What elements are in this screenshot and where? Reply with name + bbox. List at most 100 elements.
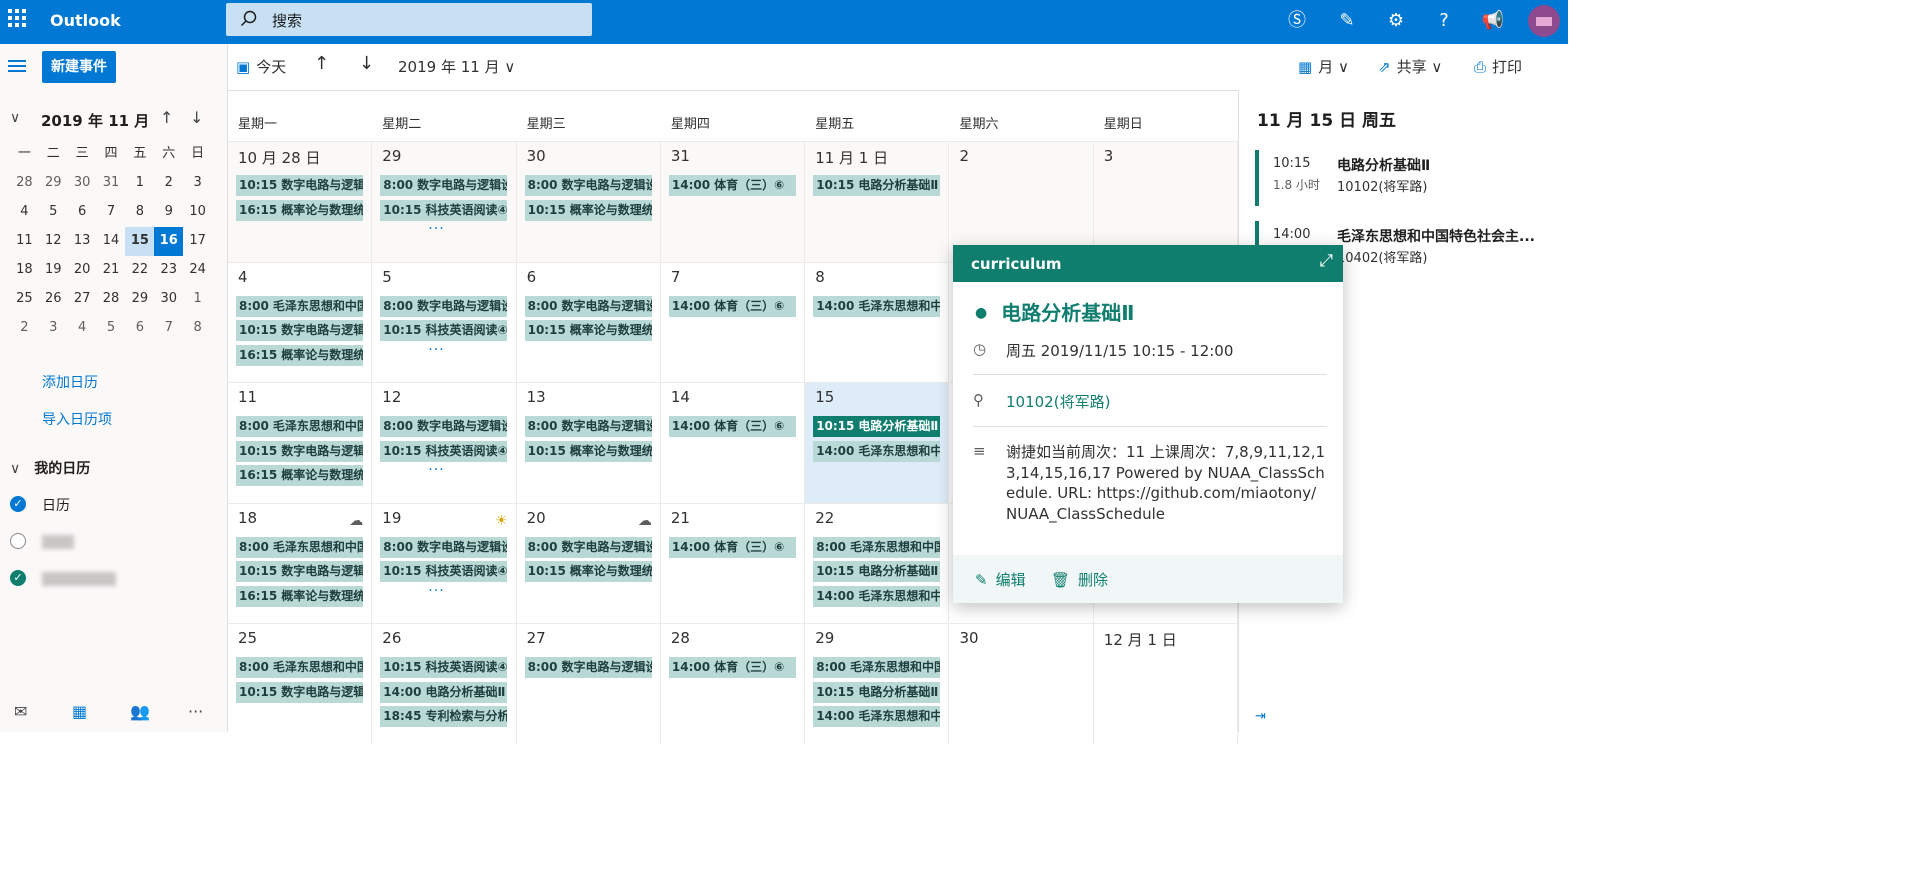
mini-calendar-day[interactable]: 9 [154, 198, 183, 227]
mini-calendar-day[interactable]: 30 [154, 285, 183, 314]
calendar-event[interactable]: 10:15 科技英语阅读④ [380, 320, 508, 341]
day-cell[interactable]: 25 8:00毛泽东思想和中国特色社会主义 10:15数字电路与逻辑设计 [228, 623, 373, 744]
mini-calendar-day[interactable]: 29 [125, 285, 154, 314]
calendar-event[interactable]: 10:15 科技英语阅读④ [380, 657, 508, 678]
checkbox-checked-icon[interactable]: ✓ [10, 570, 26, 586]
mini-calendar-day[interactable]: 10 [183, 198, 212, 227]
mini-calendar-title[interactable]: 2019 年 11 月 [41, 110, 149, 131]
day-cell[interactable]: 1510:15电路分析基础Ⅱ14:00毛泽东思想和中国特色社会主义 [805, 382, 950, 503]
calendar-event[interactable]: 14:00 体育（三）⑥ [668, 175, 796, 196]
calendar-event[interactable]: 14:00 体育（三）⑥ [668, 295, 796, 317]
mini-calendar-day[interactable]: 12 [39, 227, 68, 256]
calendar-event[interactable]: 10:15数字电路与逻辑设计 [236, 561, 363, 582]
calendar-event[interactable]: 14:00 体育（三）⑥ [668, 657, 796, 678]
day-cell[interactable]: 30 [949, 623, 1094, 744]
more-events-link[interactable]: ··· [428, 221, 444, 237]
month-picker[interactable]: 2019 年 11 月 ∨ [398, 56, 515, 77]
share-button[interactable]: ⇗ 共享 ∨ [1378, 56, 1442, 77]
import-calendar-link[interactable]: 导入日历项 [42, 409, 112, 429]
calendar-event[interactable]: 10:15 科技英语阅读④ [380, 199, 508, 221]
agenda-item[interactable]: 10:15 1.8 小时 电路分析基础Ⅱ 10102(将军路) [1255, 150, 1555, 206]
calendar-event[interactable]: 8:00数字电路与逻辑设计 [380, 295, 508, 317]
calendar-event[interactable]: 10:15 电路分析基础Ⅱ [813, 561, 941, 582]
mini-calendar-day[interactable]: 5 [39, 198, 68, 227]
calendar-event[interactable]: 10:15数字电路与逻辑设计 [236, 320, 363, 341]
app-title[interactable]: Outlook [50, 11, 121, 30]
calendar-event[interactable]: 8:00数字电路与逻辑设计 [524, 657, 652, 678]
calendar-event[interactable]: 10:15概率论与数理统计 [524, 199, 652, 221]
mini-calendar-day[interactable]: 4 [68, 314, 97, 343]
my-calendars-header[interactable]: ∨ 我的日历 [10, 458, 90, 478]
day-cell[interactable]: 21 14:00 体育（三）⑥ [660, 502, 806, 623]
mini-calendar-day[interactable]: 2 [154, 169, 183, 198]
checkbox-unchecked-icon[interactable] [10, 533, 26, 549]
mini-calendar-day[interactable]: 3 [39, 314, 68, 343]
mini-calendar-day[interactable]: 20 [68, 256, 97, 285]
calendar-event[interactable]: 8:00数字电路与逻辑设计 [380, 175, 508, 196]
mini-calendar-day[interactable]: 6 [125, 314, 154, 343]
mini-calendar-day[interactable]: 14 [97, 227, 126, 256]
mini-calendar-day[interactable]: 22 [125, 256, 154, 285]
day-cell[interactable]: 10 月 28 日10:15数字电路与逻辑设计16:15概率论与数理统计 [228, 141, 373, 262]
mail-icon[interactable]: ✉ [14, 702, 27, 721]
checkbox-checked-icon[interactable]: ✓ [10, 496, 26, 512]
calendar-event[interactable]: 8:00数字电路与逻辑设计 [380, 536, 508, 558]
calendar-event[interactable]: 10:15数字电路与逻辑设计 [236, 681, 363, 703]
mini-calendar-day[interactable]: 4 [10, 198, 39, 227]
print-button[interactable]: ⎙ 打印 [1474, 56, 1522, 77]
mini-calendar-day[interactable]: 2 [10, 314, 39, 343]
prev-period-button[interactable]: ↑ [314, 53, 329, 74]
day-cell[interactable]: 6 8:00数字电路与逻辑设计 10:15概率论与数理统计 [516, 261, 661, 382]
day-cell[interactable]: 11 月 1 日 10:15 电路分析基础Ⅱ [805, 141, 950, 262]
mini-calendar-day[interactable]: 24 [183, 256, 212, 285]
mini-calendar-day[interactable]: 23 [154, 256, 183, 285]
day-cell[interactable]: 298:00毛泽东思想和中国特色社会主义10:15电路分析基础Ⅱ14:00毛泽东… [805, 623, 950, 744]
calendar-event[interactable]: 14:00 体育（三）⑥ [668, 416, 796, 437]
day-cell[interactable]: 48:00毛泽东思想和中国特色社会主义10:15数字电路与逻辑设计16:15概率… [228, 261, 373, 382]
add-calendar-link[interactable]: 添加日历 [42, 372, 98, 392]
mini-calendar-day[interactable]: 25 [10, 285, 39, 314]
mini-calendar-day[interactable]: 11 [10, 227, 39, 256]
megaphone-icon[interactable]: 📢 [1480, 8, 1506, 34]
collapse-pane-icon[interactable]: ⇥ [1255, 709, 1266, 724]
view-switcher[interactable]: ▦ 月 ∨ [1298, 56, 1349, 77]
mini-calendar-day[interactable]: 7 [97, 198, 126, 227]
calendar-event[interactable]: 8:00数字电路与逻辑设计 [380, 416, 508, 437]
mini-calendar-day[interactable]: 27 [68, 285, 97, 314]
day-cell[interactable]: 30 8:00数字电路与逻辑设计 10:15概率论与数理统计 [516, 141, 661, 262]
mini-calendar-day[interactable]: 6 [68, 198, 97, 227]
day-cell[interactable]: 298:00数字电路与逻辑设计10:15科技英语阅读④··· [372, 141, 517, 262]
calendar-event[interactable]: 8:00数字电路与逻辑设计 [524, 416, 652, 437]
day-cell[interactable]: 118:00毛泽东思想和中国特色社会主义10:15数字电路与逻辑设计16:15概… [228, 382, 373, 503]
mini-calendar-day[interactable]: 21 [97, 256, 126, 285]
day-cell[interactable]: 27 8:00数字电路与逻辑设计 [516, 623, 661, 744]
mini-calendar-day[interactable]: 28 [10, 169, 39, 198]
mini-calendar-day[interactable]: 7 [154, 314, 183, 343]
calendar-event[interactable]: 14:00毛泽东思想和中国特色社会主义 [813, 585, 941, 607]
expand-icon[interactable]: ⤢ [1319, 251, 1333, 271]
day-cell[interactable]: 20 ☁ 8:00数字电路与逻辑设计 10:15概率论与数理统计 [516, 502, 661, 623]
day-cell[interactable]: 26 10:15 科技英语阅读④ 14:00 电路分析基础Ⅱ 18:45 专利检索与分析 [372, 623, 517, 744]
more-events-link[interactable]: ··· [428, 342, 444, 358]
day-cell[interactable]: 19☀8:00数字电路与逻辑设计10:15科技英语阅读④··· [372, 502, 517, 623]
mini-calendar-day[interactable]: 1 [125, 169, 154, 198]
mini-calendar-day[interactable]: 8 [183, 314, 212, 343]
mini-calendar-day[interactable]: 31 [97, 169, 126, 198]
day-cell[interactable]: 3 [1093, 141, 1239, 262]
popup-location[interactable]: 10102(将军路) [1006, 391, 1110, 412]
calendar-event[interactable]: 10:15概率论与数理统计 [524, 561, 652, 582]
mini-calendar-day[interactable]: 19 [39, 256, 68, 285]
mini-calendar-day[interactable]: 26 [39, 285, 68, 314]
mini-calendar-day[interactable]: 18 [10, 256, 39, 285]
todo-icon[interactable]: ✎ [1334, 8, 1360, 34]
calendar-event[interactable]: 8:00数字电路与逻辑设计 [524, 295, 652, 317]
day-cell[interactable]: 2 [949, 141, 1094, 262]
day-cell[interactable]: 14 14:00 体育（三）⑥ [660, 382, 806, 503]
more-events-link[interactable]: ··· [428, 583, 444, 599]
mini-calendar-day[interactable]: 13 [68, 227, 97, 256]
day-cell[interactable]: 7 14:00 体育（三）⑥ [660, 261, 806, 382]
day-cell[interactable]: 31 14:00 体育（三）⑥ [660, 141, 806, 262]
mini-calendar-day[interactable]: 30 [68, 169, 97, 198]
mini-calendar-day[interactable]: 17 [183, 227, 212, 256]
calendar-event[interactable]: 10:15 科技英语阅读④ [380, 561, 508, 582]
